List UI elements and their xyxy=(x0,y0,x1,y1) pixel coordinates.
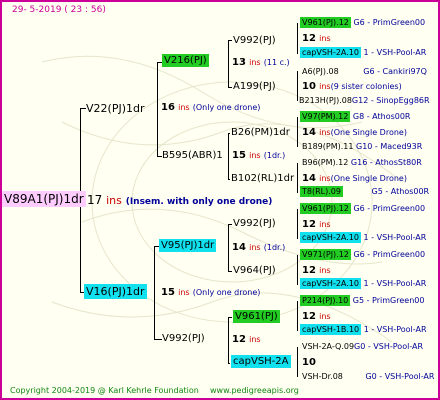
connector xyxy=(228,40,232,41)
connector xyxy=(228,363,230,364)
gen4-top-2[interactable]: A6(PJ).08 G6 - Cankiri97Q xyxy=(302,68,427,76)
gen2-insem-4: 12 ins xyxy=(232,334,261,345)
gen1-insem-2: 15 ins (Only one drone) xyxy=(161,287,261,298)
connector xyxy=(297,117,298,147)
connector xyxy=(297,347,298,377)
connector xyxy=(228,87,232,88)
connector xyxy=(297,301,298,331)
gen2-queen-1[interactable]: V216(PJ) xyxy=(162,54,209,67)
connector xyxy=(228,271,232,272)
gen4-top-6[interactable]: V971(PJ).12 G6 - PrimGreen00 xyxy=(300,249,425,260)
gen4-bottom-5[interactable]: capVSH-2A.10 1 - VSH-Pool-AR xyxy=(300,232,426,243)
connector xyxy=(154,339,162,340)
gen4-insem-3: 14 ins(One Single Drone) xyxy=(302,127,407,138)
connector xyxy=(297,255,298,285)
gen4-bottom-4[interactable]: T8(RL).09 G5 - Athos00R xyxy=(300,186,429,197)
connector xyxy=(297,163,298,193)
gen3-queen-4[interactable]: B102(RL)1dr xyxy=(231,174,294,184)
footer-url[interactable]: www.pedigreeapis.org xyxy=(210,387,299,395)
connector xyxy=(228,224,232,225)
gen2-insem-3: 14 ins (1dr.) xyxy=(232,242,286,253)
connector xyxy=(297,71,298,101)
gen4-bottom-7[interactable]: capVSH-1B.10 1 - VSH-Pool-AR xyxy=(300,324,427,335)
gen3-queen-5[interactable]: V992(PJ) xyxy=(233,219,276,229)
gen2-queen-4[interactable]: V992(PJ) xyxy=(162,334,205,344)
gen4-insem-8: 10 xyxy=(302,357,316,368)
root-queen-name: V89A1(PJ)1dr xyxy=(2,191,86,207)
gen4-bottom-6[interactable]: capVSH-2A.10 1 - VSH-Pool-AR xyxy=(300,278,426,289)
connector xyxy=(297,23,298,54)
connector xyxy=(157,62,158,156)
gen4-insem-1: 12 ins xyxy=(302,33,331,44)
gen4-bottom-1[interactable]: capVSH-2A.10 1 - VSH-Pool-AR xyxy=(300,47,426,58)
gen4-insem-2: 10 ins(9 sister colonies) xyxy=(302,81,402,92)
gen4-top-4[interactable]: B96(PM).12 G16 - AthosSt80R xyxy=(302,159,422,167)
print-date: 29- 5-2019 ( 23 : 56) xyxy=(12,5,106,15)
gen4-top-3[interactable]: V97(PM).12 G8 - Athos00R xyxy=(300,111,411,122)
gen3-queen-7[interactable]: V961(PJ) xyxy=(233,310,280,323)
gen1-insem-1: 16 ins (Only one drone) xyxy=(161,102,261,113)
connector xyxy=(228,133,229,179)
gen3-queen-6[interactable]: V964(PJ) xyxy=(233,266,276,276)
gen2-queen-2[interactable]: B595(ABR)1 xyxy=(162,151,223,161)
gen4-top-5[interactable]: V961(PJ).12 G6 - PrimGreen00 xyxy=(300,203,425,214)
gen1-queen-1[interactable]: V22(PJ)1dr xyxy=(86,103,145,114)
connector xyxy=(154,246,155,339)
connector xyxy=(297,209,298,239)
pedigree-frame: 29- 5-2019 ( 23 : 56) V89A1(PJ)1dr 17 in… xyxy=(0,0,440,400)
gen3-queen-3[interactable]: B26(PM)1dr xyxy=(231,128,290,138)
gen2-insem-1: 13 ins (11 c.) xyxy=(232,57,290,68)
gen2-queen-3[interactable]: V95(PJ)1dr xyxy=(159,239,217,252)
root-insem: 17 ins (Insem. with only one drone) xyxy=(87,193,273,207)
gen4-insem-7: 12 ins xyxy=(302,311,331,322)
gen1-queen-2[interactable]: V16(PJ)1dr xyxy=(84,284,147,299)
gen4-bottom-8[interactable]: VSH-Dr.08 G0 - VSH-Pool-AR xyxy=(302,373,434,381)
gen3-queen-1[interactable]: V992(PJ) xyxy=(233,36,276,46)
gen3-queen-8[interactable]: capVSH-2A xyxy=(231,355,291,368)
connector xyxy=(228,317,232,318)
connector xyxy=(228,40,229,87)
gen4-insem-5: 12 ins xyxy=(302,219,331,230)
gen4-top-8[interactable]: VSH-2A-Q.09G0 - VSH-Pool-AR xyxy=(302,343,423,351)
gen4-top-1[interactable]: V961(PJ).12 G6 - PrimGreen00 xyxy=(300,17,425,28)
gen4-bottom-2[interactable]: B213H(PJ).08G12 - SinopEgg86R xyxy=(299,97,430,105)
gen4-bottom-3[interactable]: B189(PM).11 G10 - Maced93R xyxy=(302,143,422,151)
footer-copyright: Copyright 2004-2019 @ Karl Kehrle Founda… xyxy=(10,386,199,395)
gen2-insem-2: 15 ins (1dr.) xyxy=(232,150,286,161)
gen4-top-7[interactable]: P214(PJ).10 G5 - PrimGreen00 xyxy=(300,295,424,306)
connector xyxy=(228,133,230,134)
root-queen[interactable]: V89A1(PJ)1dr xyxy=(2,191,86,207)
gen3-queen-2[interactable]: A199(PJ) xyxy=(233,82,276,92)
gen4-insem-6: 12 ins xyxy=(302,265,331,276)
connector xyxy=(228,224,229,271)
connector xyxy=(228,179,230,180)
gen4-insem-4: 14 ins(One Single Drone) xyxy=(302,173,407,184)
connector xyxy=(228,317,229,363)
